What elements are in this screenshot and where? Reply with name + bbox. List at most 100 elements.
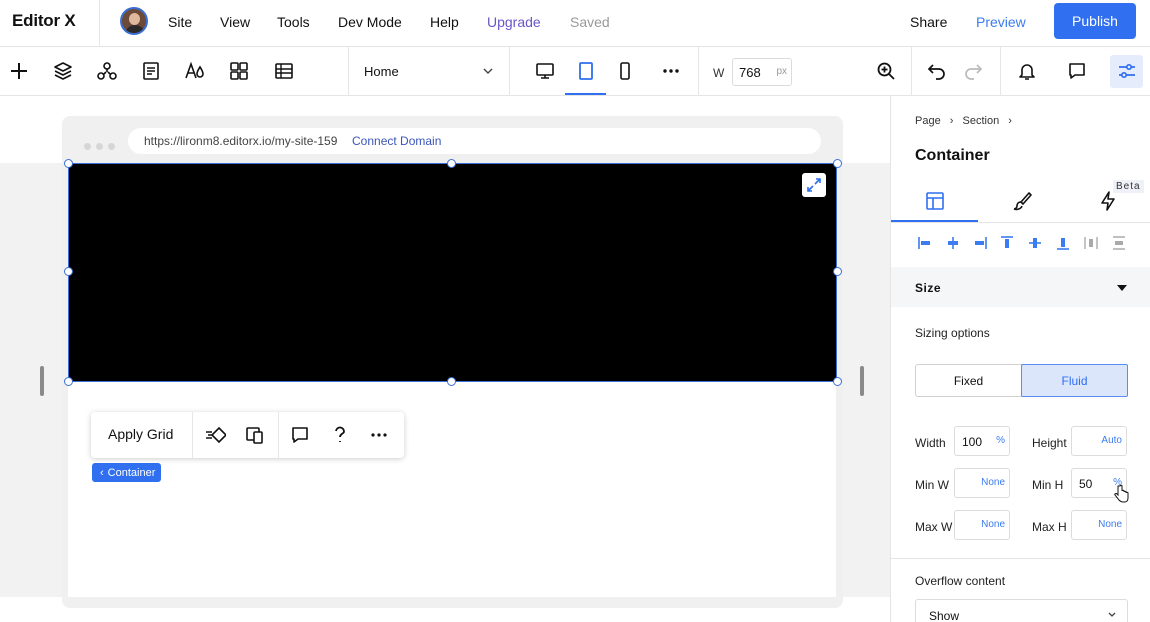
divider [348,47,349,96]
resize-handle[interactable] [447,159,456,168]
resize-handle[interactable] [833,159,842,168]
add-icon[interactable] [8,60,30,82]
width-unit[interactable]: % [996,435,1005,446]
min-width-value: None [981,477,1005,488]
max-width-input[interactable]: None [954,510,1010,540]
theme-icon[interactable] [184,60,206,82]
max-height-value: None [1098,519,1122,530]
divider [192,412,193,458]
menu-dev-mode[interactable]: Dev Mode [338,14,402,30]
canvas-resize-handle-right[interactable] [860,366,864,396]
publish-button[interactable]: Publish [1054,3,1136,39]
align-right-icon[interactable] [972,235,988,251]
mobile-icon[interactable] [614,60,636,82]
responsive-behavior-icon[interactable] [244,424,266,446]
width-input[interactable]: 100 % [954,426,1010,456]
zoom-icon[interactable] [875,60,897,82]
help-icon[interactable] [329,424,351,446]
pages-icon[interactable] [140,60,162,82]
layout-tab-icon[interactable] [924,190,946,212]
apps-icon[interactable] [228,60,250,82]
align-top-icon[interactable] [999,235,1015,251]
more-icon[interactable] [660,60,682,82]
chevron-down-icon [1108,612,1116,617]
hand-cursor-icon [1114,484,1129,503]
align-bottom-icon[interactable] [1055,235,1071,251]
resize-handle[interactable] [64,159,73,168]
align-middle-icon[interactable] [1027,235,1043,251]
distribute-vertical-icon[interactable] [1111,235,1127,251]
sizing-options-label: Sizing options [915,326,990,340]
design-brush-icon[interactable] [1011,190,1033,212]
max-height-label: Max H [1032,520,1067,534]
size-section-header[interactable]: Size [891,267,1150,307]
tool-bar: Home W 768 px [0,47,1150,96]
selected-container[interactable] [68,163,837,382]
canvas-width-input[interactable]: 768 px [732,58,792,86]
selection-breadcrumb-tag[interactable]: ‹ Container [92,463,161,482]
menu-site[interactable]: Site [168,14,192,30]
chevron-right-icon: › [1008,115,1012,127]
app-logo[interactable]: Editor X [12,11,76,31]
canvas-width-value: 768 [739,65,761,80]
desktop-icon[interactable] [534,60,556,82]
tablet-icon[interactable] [575,60,597,82]
interactions-lightning-icon[interactable] [1097,190,1119,212]
fluid-option[interactable]: Fluid [1021,364,1128,397]
divider [891,222,1150,223]
resize-handle[interactable] [64,377,73,386]
align-left-icon[interactable] [917,235,933,251]
min-width-input[interactable]: None [954,468,1010,498]
distribute-horizontal-icon[interactable] [1083,235,1099,251]
overflow-select[interactable]: Show [915,599,1128,622]
components-icon[interactable] [96,60,118,82]
resize-handle[interactable] [833,267,842,276]
share-button[interactable]: Share [910,14,947,30]
layers-icon[interactable] [52,60,74,82]
menu-tools[interactable]: Tools [277,14,310,30]
divider [99,0,100,47]
align-center-icon[interactable] [945,235,961,251]
max-width-label: Max W [915,520,953,534]
floating-action-bar: Apply Grid [91,412,404,458]
height-input[interactable]: Auto [1071,426,1127,456]
apply-grid-button[interactable]: Apply Grid [108,426,173,442]
divider [891,558,1150,559]
breadcrumb-page[interactable]: Page [915,115,941,127]
upgrade-link[interactable]: Upgrade [487,14,541,30]
beta-badge: Beta [1113,180,1144,193]
undo-icon[interactable] [926,60,948,82]
resize-handle[interactable] [447,377,456,386]
menu-view[interactable]: View [220,14,250,30]
chevron-right-icon: › [949,115,954,127]
menu-help[interactable]: Help [430,14,459,30]
divider [698,47,699,96]
connect-domain-link[interactable]: Connect Domain [352,134,441,148]
editor-canvas[interactable]: https://lironm8.editorx.io/my-site-159 C… [0,96,890,622]
overflow-value: Show [929,609,960,622]
overflow-label: Overflow content [915,574,1006,588]
stretch-button[interactable] [802,173,826,197]
notifications-bell-icon[interactable] [1016,60,1038,82]
max-height-input[interactable]: None [1071,510,1127,540]
canvas-resize-handle-left[interactable] [40,366,44,396]
comment-icon[interactable] [289,424,311,446]
sliders-icon[interactable] [1116,60,1138,82]
preview-button[interactable]: Preview [976,14,1026,30]
avatar[interactable] [120,7,148,35]
fixed-option[interactable]: Fixed [916,365,1021,396]
breadcrumb-section[interactable]: Section [963,115,1000,127]
redo-icon[interactable] [962,60,984,82]
resize-handle[interactable] [833,377,842,386]
more-icon[interactable] [368,424,390,446]
page-select[interactable]: Home [364,64,399,79]
chevron-down-icon[interactable] [482,65,494,77]
expand-icon [807,178,821,192]
cms-table-icon[interactable] [273,60,295,82]
comments-icon[interactable] [1066,60,1088,82]
panel-title: Container [915,147,990,164]
animation-icon[interactable] [204,424,226,446]
resize-handle[interactable] [64,267,73,276]
min-height-label: Min H [1032,478,1064,492]
alignment-toolbar [891,226,1150,260]
